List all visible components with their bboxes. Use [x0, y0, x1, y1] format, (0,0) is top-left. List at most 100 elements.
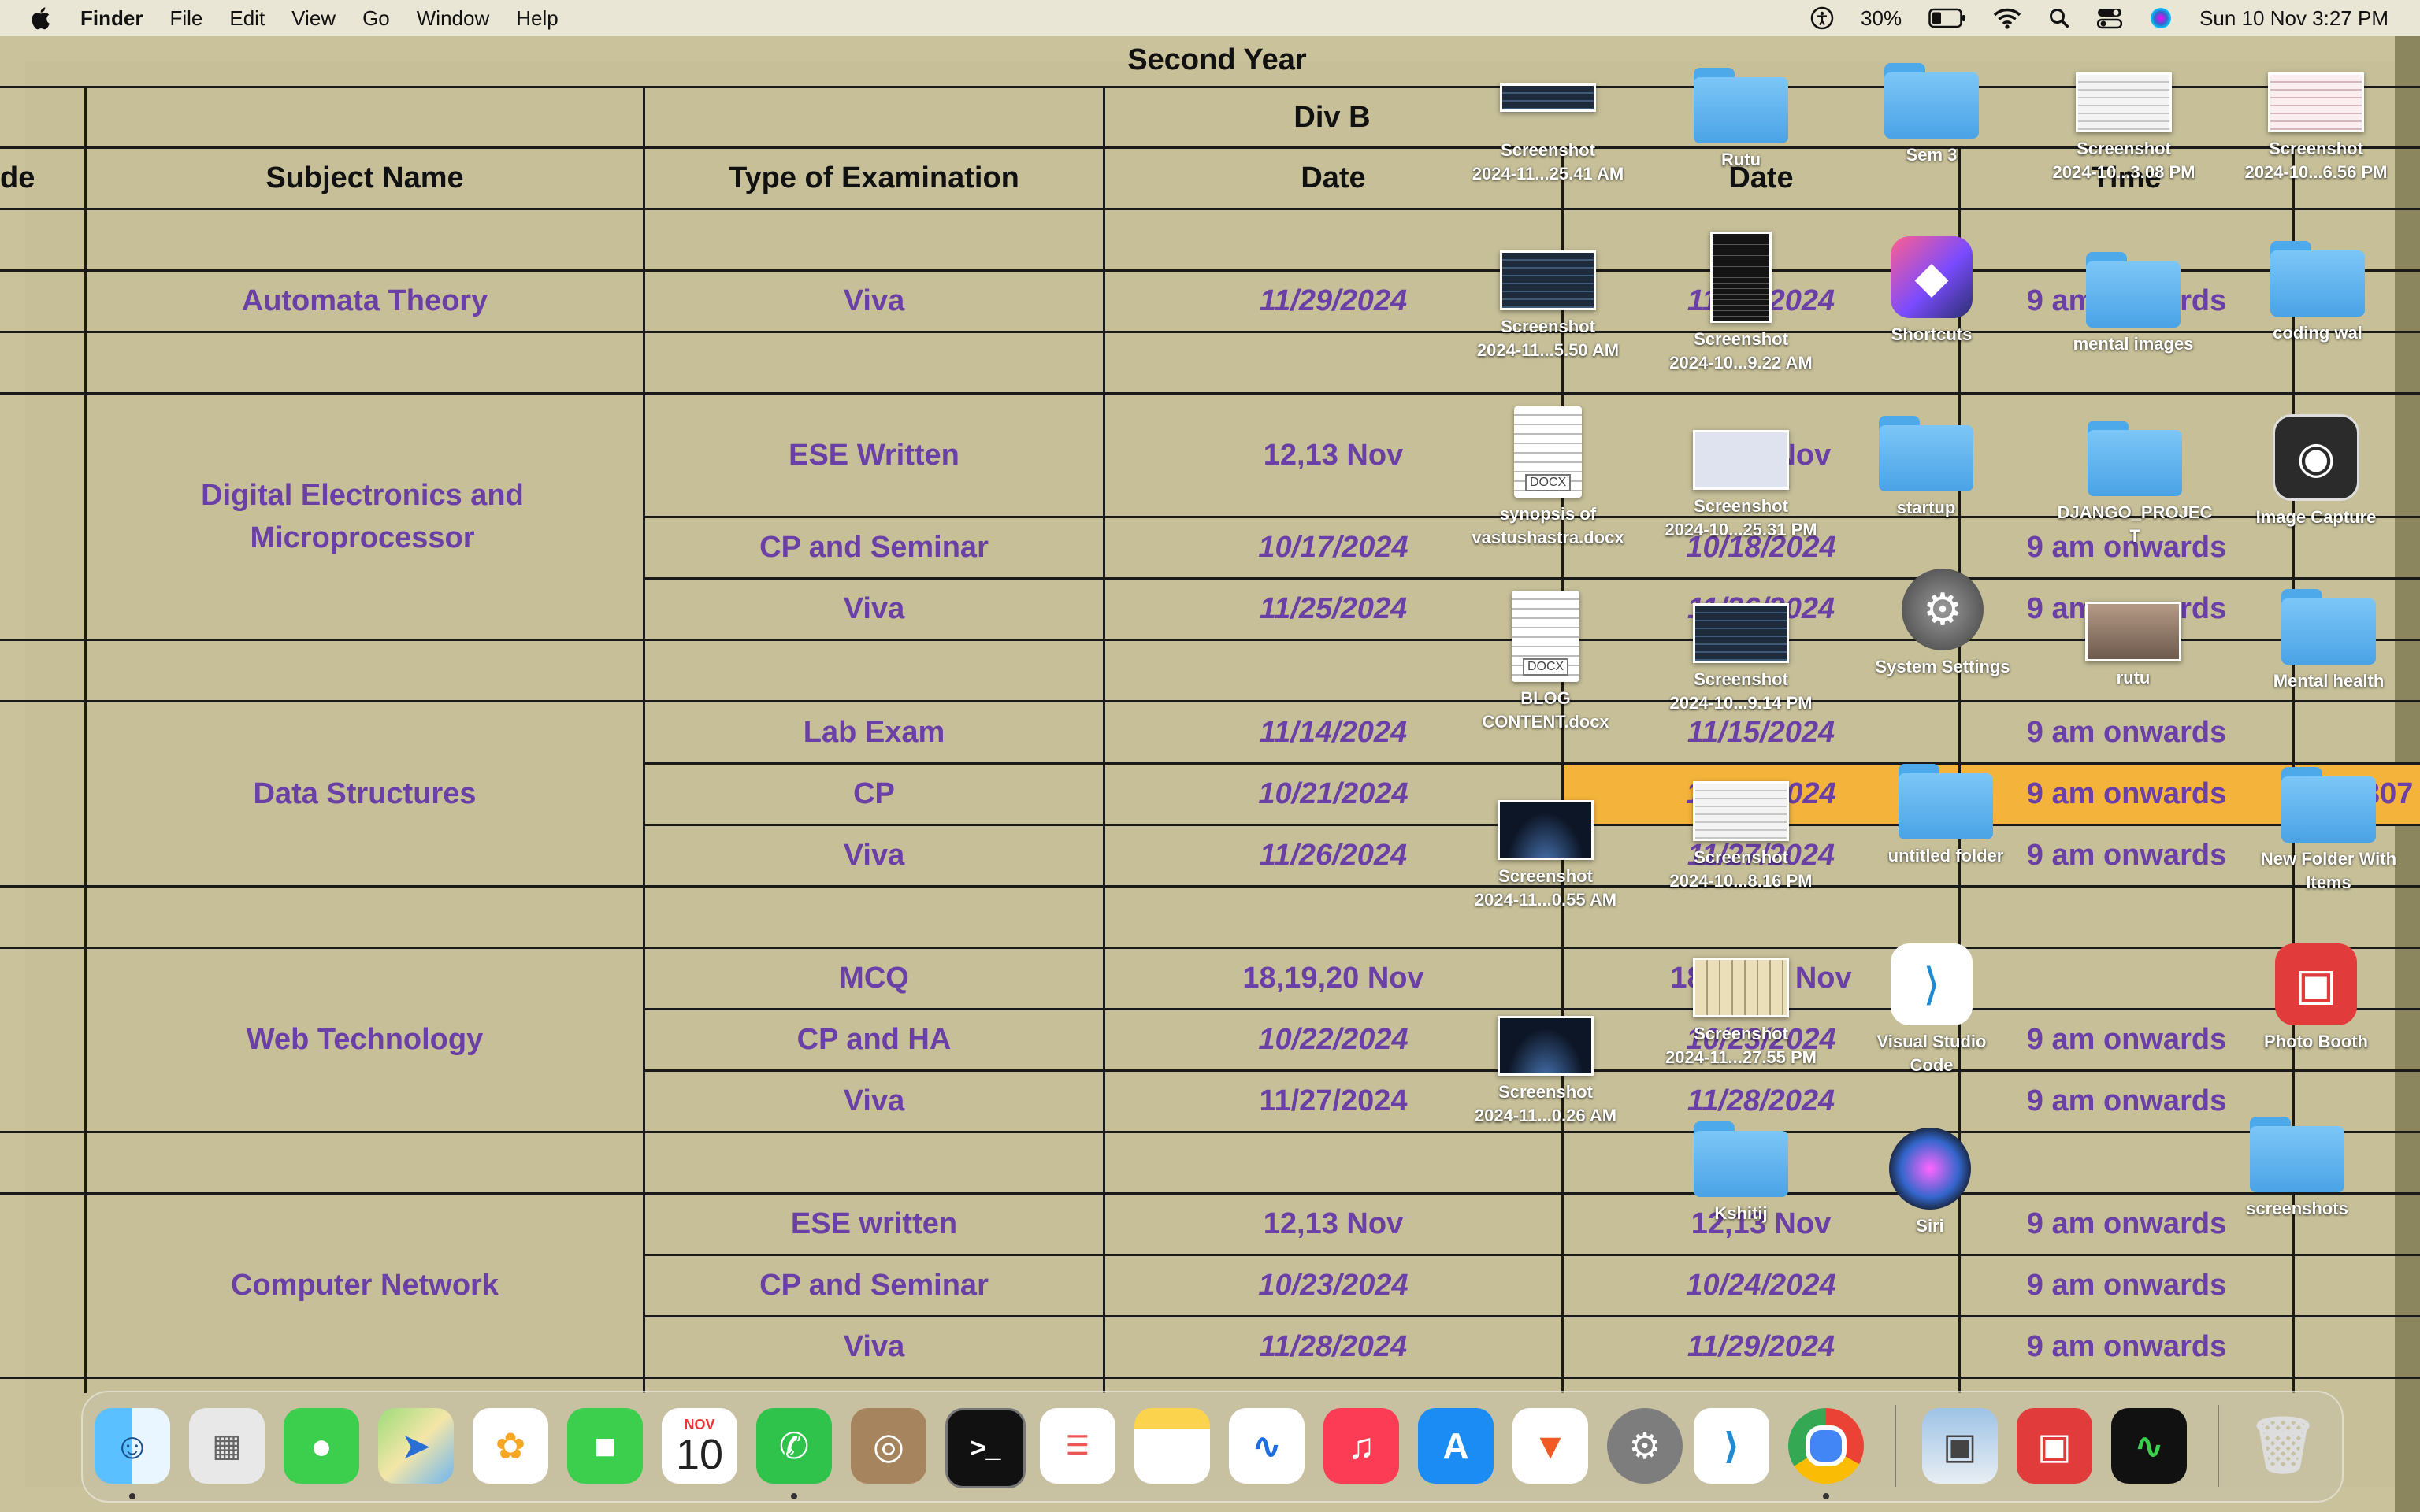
- desktop-screenshot[interactable]: Screenshot 2024-11...0.55 AM: [1467, 800, 1624, 912]
- desktop-screenshot[interactable]: Screenshot 2024-10...9.14 PM: [1662, 603, 1820, 715]
- desktop-folder-django[interactable]: DJANGO_PROJEC T: [2056, 421, 2214, 548]
- screenshot-thumbnail: [1498, 1016, 1594, 1076]
- siri-menu-icon[interactable]: [2149, 6, 2173, 30]
- desktop-icon-label: screenshots: [2246, 1199, 2348, 1218]
- desktop-folder-mental-images[interactable]: mental images: [2054, 252, 2212, 356]
- menu-edit[interactable]: Edit: [229, 6, 265, 31]
- desktop-folder-coding[interactable]: coding wal: [2239, 241, 2396, 345]
- dock-reminders-icon[interactable]: ☰: [1040, 1408, 1115, 1484]
- desktop-icon-label: Screenshot 2024-11...25.41 AM: [1472, 140, 1624, 183]
- desktop-screenshot[interactable]: Screenshot 2024-10...8.16 PM: [1662, 781, 1820, 893]
- desktop-icon-label: synopsis of vastushastra.docx: [1472, 504, 1624, 547]
- dock-photos-icon[interactable]: ✿: [473, 1408, 548, 1484]
- clock[interactable]: Sun 10 Nov 3:27 PM: [2199, 6, 2388, 31]
- dock-brave-icon[interactable]: ▼: [1512, 1408, 1588, 1484]
- desktop-app-shortcuts[interactable]: ◆ Shortcuts: [1853, 236, 2010, 346]
- dock-freeform-icon[interactable]: ∿: [1229, 1408, 1305, 1484]
- menu-file[interactable]: File: [169, 6, 202, 31]
- desktop-app-system-settings[interactable]: ⚙ System Settings: [1864, 569, 2021, 679]
- desktop-screenshot[interactable]: Screenshot 2024-10...3.08 PM: [2045, 72, 2203, 184]
- desktop-icon-label: System Settings: [1875, 657, 2010, 676]
- desktop-folder-sem3[interactable]: Sem 3: [1853, 63, 2010, 167]
- desktop-icon-label: New Folder With Items: [2260, 849, 2397, 892]
- control-center-icon[interactable]: [2097, 7, 2123, 29]
- dock-activity-monitor-icon[interactable]: ∿: [2111, 1408, 2187, 1484]
- desktop-screenshot[interactable]: Screenshot 2024-11...27.55 PM: [1662, 958, 1820, 1069]
- desktop-app-image-capture[interactable]: ◉ Image Capture: [2237, 414, 2395, 529]
- dock-contacts-icon[interactable]: ◎: [851, 1408, 926, 1484]
- menu-help[interactable]: Help: [516, 6, 558, 31]
- dock-finder-icon[interactable]: ☺: [95, 1408, 170, 1484]
- screenshot-thumbnail: [1693, 603, 1789, 663]
- menu-app-name[interactable]: Finder: [80, 6, 143, 31]
- docx-file-icon: DOCX: [1514, 406, 1582, 498]
- desktop-icon-label: Mental health: [2273, 671, 2385, 691]
- dock-trash-icon[interactable]: 🗑: [2245, 1408, 2321, 1484]
- dock-app-store-icon[interactable]: A: [1418, 1408, 1494, 1484]
- menu-window[interactable]: Window: [417, 6, 489, 31]
- date-cell: 10/23/2024: [1258, 1269, 1409, 1302]
- desktop-app-vscode[interactable]: ⟩ Visual Studio Code: [1853, 943, 2010, 1077]
- desktop-app-siri[interactable]: Siri: [1851, 1128, 2009, 1238]
- spotlight-search-icon[interactable]: [2048, 7, 2070, 29]
- time-cell: 9 am onwards: [2026, 1330, 2227, 1363]
- desktop-icon-label: Screenshot 2024-11...0.26 AM: [1474, 1082, 1617, 1125]
- desktop-folder-new-items[interactable]: New Folder With Items: [2250, 767, 2407, 895]
- desktop-folder-untitled[interactable]: untitled folder: [1867, 764, 2025, 868]
- menu-go[interactable]: Go: [362, 6, 390, 31]
- desktop-image-rutu[interactable]: rutu: [2054, 602, 2212, 690]
- desktop-screenshot[interactable]: Screenshot 2024-11...0.26 AM: [1467, 1016, 1624, 1128]
- dock-messages-icon[interactable]: ●: [284, 1408, 359, 1484]
- desktop-folder-screenshots[interactable]: screenshots: [2218, 1117, 2376, 1221]
- exam-type-cell: CP: [853, 777, 895, 810]
- desktop-icon-label: Shortcuts: [1891, 324, 1973, 344]
- desktop-screenshot[interactable]: Screenshot 2024-10...9.22 AM: [1662, 232, 1820, 375]
- apple-menu-icon[interactable]: [32, 5, 54, 32]
- folder-icon: [2281, 589, 2376, 665]
- desktop-screenshot[interactable]: Screenshot 2024-10...6.56 PM: [2237, 72, 2395, 184]
- desktop-folder-startup[interactable]: startup: [1847, 416, 2005, 520]
- date2-cell: 11/29/2024: [1687, 1330, 1835, 1363]
- menu-view[interactable]: View: [291, 6, 336, 31]
- dock-preview-icon[interactable]: ▣: [1922, 1408, 1998, 1484]
- desktop-screenshot[interactable]: Screenshot 2024-10...25.31 PM: [1662, 430, 1820, 542]
- desktop-icon-label: Rutu: [1720, 150, 1761, 169]
- desktop-folder-kshitij[interactable]: Kshitij: [1662, 1121, 1820, 1225]
- desktop-folder-rutu[interactable]: Rutu: [1662, 68, 1820, 172]
- desktop-icon-label: startup: [1896, 498, 1956, 517]
- desktop-docx-synopsis[interactable]: DOCX synopsis of vastushastra.docx: [1469, 406, 1627, 550]
- desktop-screenshot[interactable]: Screenshot 2024-11...25.41 AM: [1469, 83, 1627, 186]
- desktop-icon-label: Image Capture: [2255, 507, 2377, 527]
- photo-booth-icon: ▣: [2275, 943, 2357, 1025]
- desktop-screenshot[interactable]: Screenshot 2024-11...5.50 AM: [1469, 250, 1627, 362]
- camera-icon: ◉: [2273, 414, 2359, 501]
- calendar-day: 10: [675, 1430, 724, 1478]
- date-cell: 12,13 Nov: [1263, 1207, 1404, 1240]
- desktop-docx-blog[interactable]: DOCX BLOG CONTENT.docx: [1467, 591, 1624, 734]
- accessibility-icon[interactable]: [1810, 6, 1834, 30]
- dock-chrome-icon[interactable]: [1788, 1408, 1864, 1484]
- dock-notes-icon[interactable]: [1134, 1408, 1210, 1484]
- battery-icon[interactable]: [1928, 8, 1966, 28]
- desktop-folder-mental-health[interactable]: Mental health: [2250, 589, 2407, 693]
- docx-file-icon: DOCX: [1512, 591, 1579, 682]
- dock-launchpad-icon[interactable]: ▦: [189, 1408, 265, 1484]
- battery-percent: 30%: [1861, 6, 1902, 30]
- desktop-icon-label: Sem 3: [1906, 145, 1958, 165]
- dock-maps-icon[interactable]: ➤: [378, 1408, 454, 1484]
- desktop-app-photo-booth[interactable]: ▣ Photo Booth: [2237, 943, 2395, 1054]
- grid-line: [0, 208, 2420, 210]
- dock-calendar-icon[interactable]: NOV 10: [662, 1408, 737, 1484]
- desktop-icon-label: DJANGO_PROJEC T: [2057, 502, 2213, 546]
- desktop-icon-label: Screenshot 2024-10...6.56 PM: [2244, 139, 2388, 182]
- dock-photo-booth-icon[interactable]: ▣: [2017, 1408, 2092, 1484]
- dock-vscode-icon[interactable]: ⟩: [1694, 1408, 1769, 1484]
- dock-whatsapp-icon[interactable]: ✆: [756, 1408, 832, 1484]
- dock-facetime-icon[interactable]: ■: [567, 1408, 643, 1484]
- dock-system-settings-icon[interactable]: ⚙: [1607, 1408, 1683, 1484]
- exam-type-cell: Lab Exam: [803, 715, 945, 749]
- dock-music-icon[interactable]: ♫: [1323, 1408, 1399, 1484]
- dock-terminal-icon[interactable]: >_: [945, 1408, 1026, 1488]
- wifi-icon[interactable]: [1993, 7, 2021, 29]
- dock-separator: [1895, 1405, 1896, 1487]
